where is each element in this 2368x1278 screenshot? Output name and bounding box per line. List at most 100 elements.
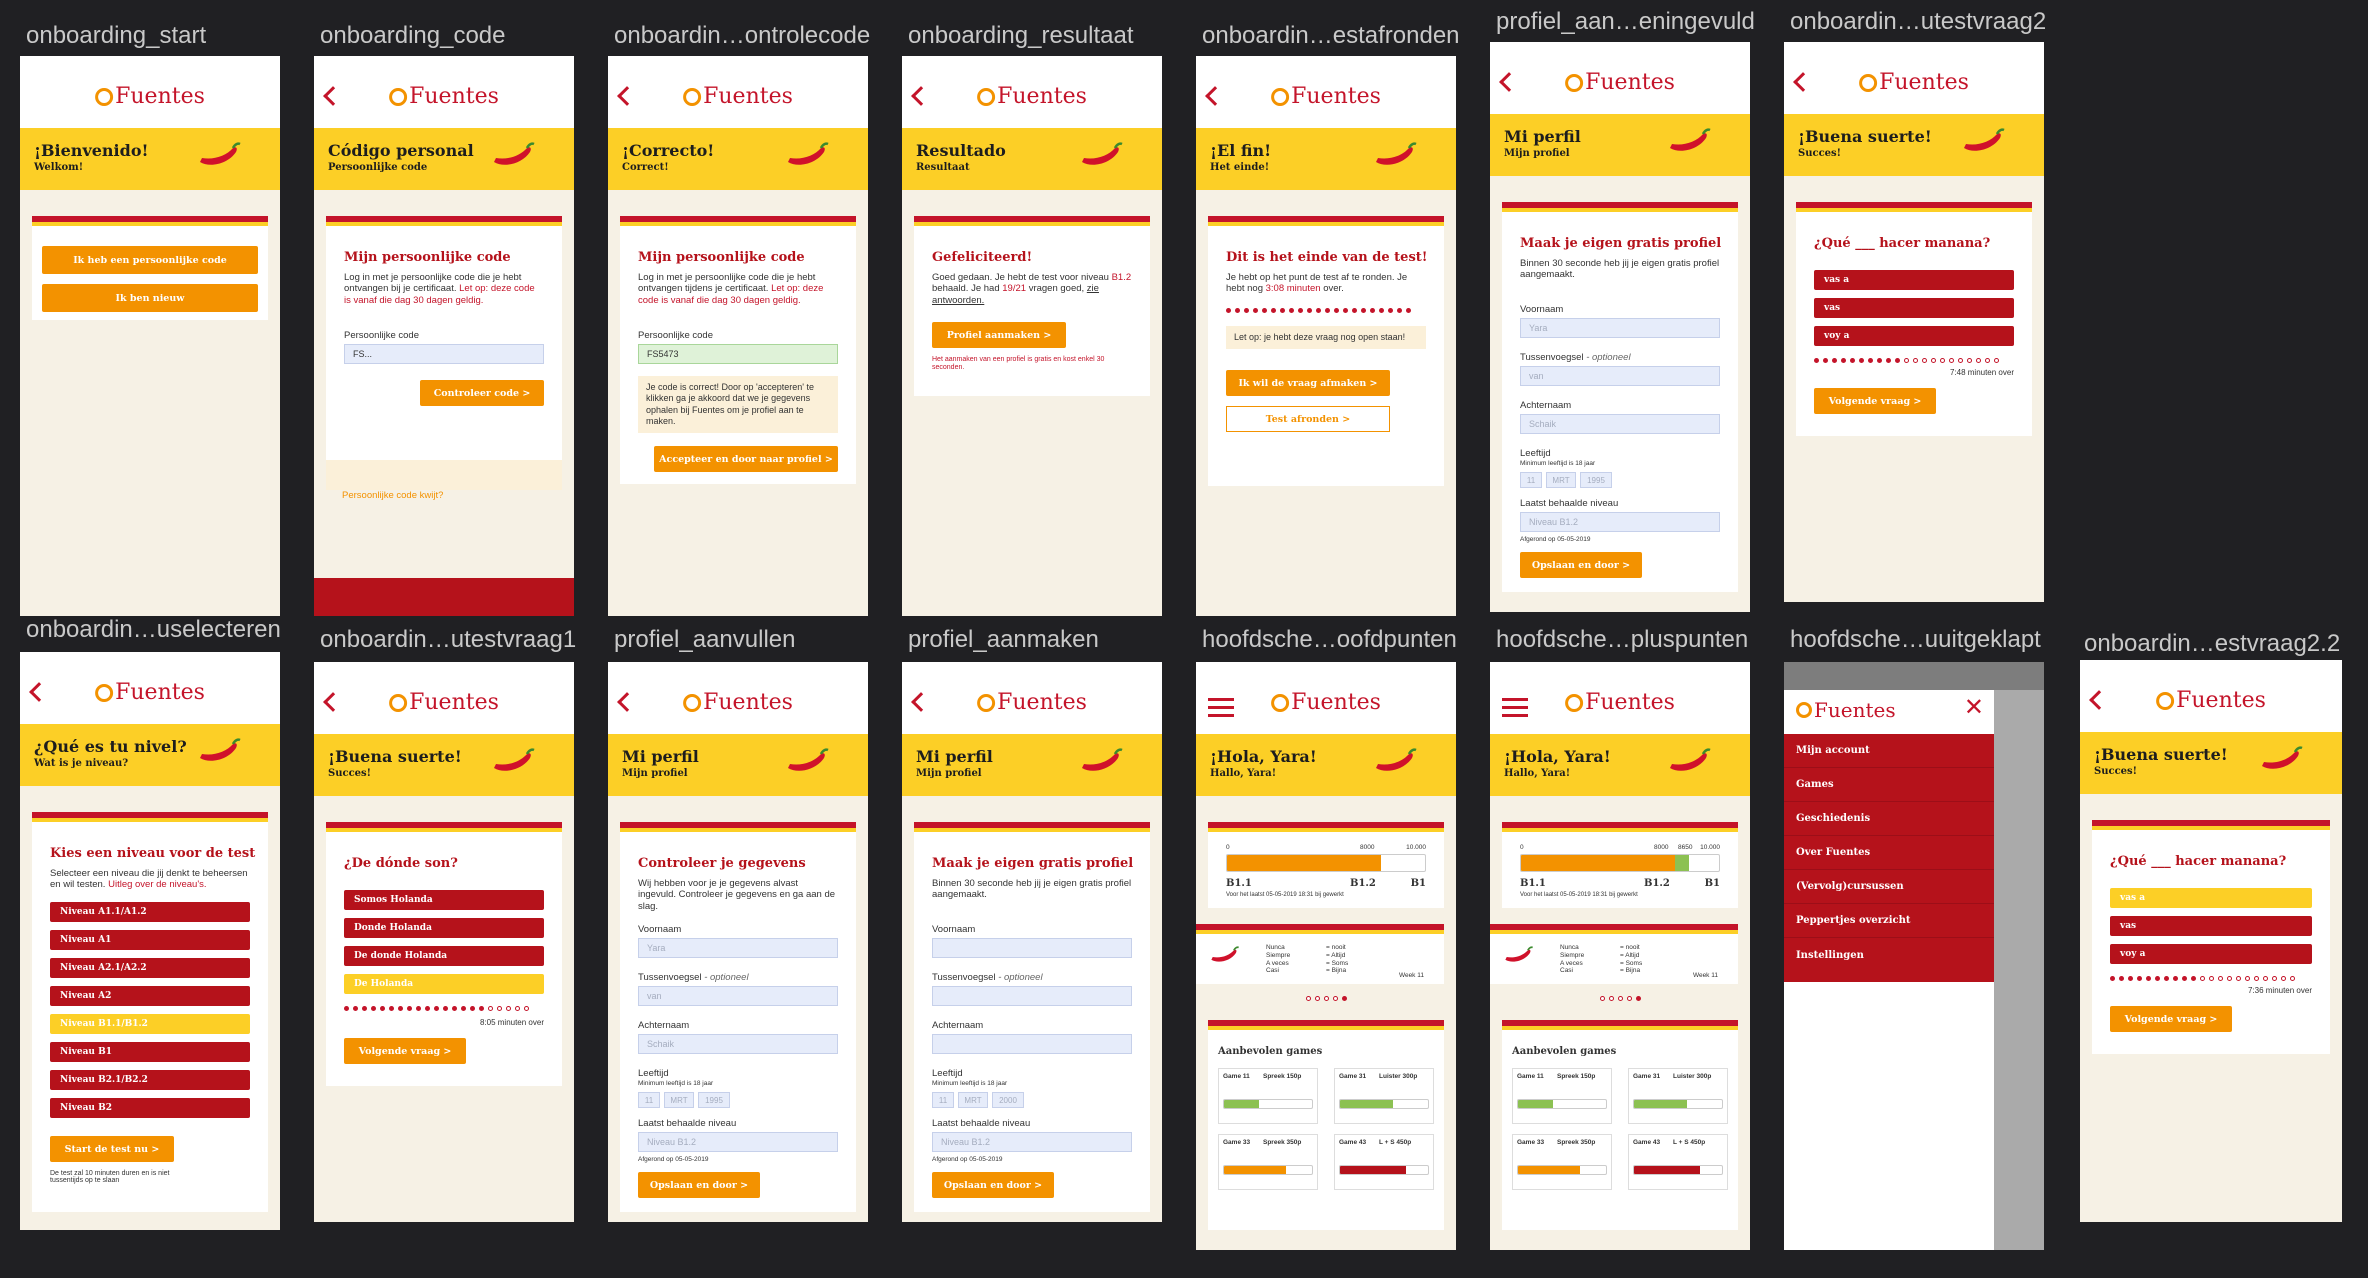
level-option[interactable]: Niveau B2.1/B2.2 [50, 1070, 250, 1090]
back-arrow-icon[interactable] [323, 86, 343, 106]
month-select[interactable]: MRT [958, 1092, 988, 1108]
profile-card: Maak je eigen gratis profiel Binnen 30 s… [914, 822, 1150, 1212]
next-question-button[interactable]: Volgende vraag > [2110, 1006, 2232, 1032]
year-select[interactable]: 1995 [698, 1092, 730, 1108]
dimmed-background[interactable] [1994, 690, 2044, 1250]
question-progress-dots [1226, 308, 1411, 314]
level-input[interactable]: Niveau B1.2 [932, 1132, 1132, 1152]
answer-option[interactable]: De donde Holanda [344, 946, 544, 966]
level-progress-bar [1520, 854, 1720, 872]
plus-fill [1675, 855, 1690, 871]
top-bar: Fuentes [20, 652, 280, 724]
game-tile[interactable]: Game 11 Spreek 150p [1218, 1068, 1318, 1124]
new-user-button[interactable]: Ik ben nieuw [42, 284, 258, 312]
answer-option-selected[interactable]: De Holanda [344, 974, 544, 994]
level-input[interactable]: Niveau B1.2 [638, 1132, 838, 1152]
level-label: B1 [1704, 878, 1720, 889]
menu-item-courses[interactable]: (Vervolg)cursussen [1784, 870, 1994, 904]
have-code-button[interactable]: Ik heb een persoonlijke code [42, 246, 258, 274]
hamburger-menu-icon[interactable] [1208, 698, 1234, 722]
back-arrow-icon[interactable] [1793, 72, 1813, 92]
day-select[interactable]: 11 [1520, 472, 1542, 488]
first-name-input[interactable] [932, 938, 1132, 958]
game-tile[interactable]: Game 43 L + S 450p [1334, 1134, 1434, 1190]
answer-option[interactable]: Somos Holanda [344, 890, 544, 910]
answer-option-selected[interactable]: vas a [2110, 888, 2312, 908]
menu-item-about[interactable]: Over Fuentes [1784, 836, 1994, 870]
menu-item-settings[interactable]: Instellingen [1784, 938, 1994, 972]
level-option[interactable]: Niveau A2 [50, 986, 250, 1006]
back-arrow-icon[interactable] [323, 692, 343, 712]
save-button[interactable]: Opslaan en door > [638, 1172, 760, 1198]
answer-option[interactable]: vas a [1814, 270, 2014, 290]
menu-item-games[interactable]: Games [1784, 768, 1994, 802]
day-select[interactable]: 11 [638, 1092, 660, 1108]
menu-item-history[interactable]: Geschiedenis [1784, 802, 1994, 836]
year-select[interactable]: 1995 [1580, 472, 1612, 488]
level-option[interactable]: Niveau B2 [50, 1098, 250, 1118]
end-test-button[interactable]: Test afronden > [1226, 406, 1390, 432]
level-option-selected[interactable]: Niveau B1.1/B1.2 [50, 1014, 250, 1034]
level-input[interactable]: Niveau B1.2 [1520, 512, 1720, 532]
year-select[interactable]: 2000 [992, 1092, 1024, 1108]
level-info-link[interactable]: Uitleg over de niveau's. [108, 879, 206, 890]
artboard-label: onboardin…ontrolecode [614, 22, 871, 49]
back-arrow-icon[interactable] [1205, 86, 1225, 106]
game-tile[interactable]: Game 33 Spreek 350p [1218, 1134, 1318, 1190]
back-arrow-icon[interactable] [617, 86, 637, 106]
save-button[interactable]: Opslaan en door > [1520, 552, 1642, 578]
artboard-label: onboardin…utestvraag2 [1790, 8, 2047, 35]
first-name-input[interactable]: Yara [638, 938, 838, 958]
answer-option[interactable]: voy a [1814, 326, 2014, 346]
code-input[interactable]: FS5473 [638, 344, 838, 364]
infix-input[interactable]: van [1520, 366, 1720, 386]
finish-question-button[interactable]: Ik wil de vraag afmaken > [1226, 370, 1390, 396]
create-profile-button[interactable]: Profiel aanmaken > [932, 322, 1066, 348]
back-arrow-icon[interactable] [911, 692, 931, 712]
last-name-input[interactable]: Schaik [638, 1034, 838, 1054]
level-option[interactable]: Niveau A1 [50, 930, 250, 950]
game-tile[interactable]: Game 11 Spreek 150p [1512, 1068, 1612, 1124]
field-label: Voornaam [1520, 304, 1564, 315]
menu-header: Fuentes ✕ [1784, 690, 1994, 734]
month-select[interactable]: MRT [1546, 472, 1576, 488]
game-tile[interactable]: Game 43 L + S 450p [1628, 1134, 1728, 1190]
game-tile[interactable]: Game 31 Luister 300p [1628, 1068, 1728, 1124]
back-arrow-icon[interactable] [911, 86, 931, 106]
next-question-button[interactable]: Volgende vraag > [344, 1038, 466, 1064]
last-name-input[interactable] [932, 1034, 1132, 1054]
back-arrow-icon[interactable] [29, 682, 49, 702]
game-tile[interactable]: Game 33 Spreek 350p [1512, 1134, 1612, 1190]
close-icon[interactable]: ✕ [1964, 696, 1984, 720]
next-question-button[interactable]: Volgende vraag > [1814, 388, 1936, 414]
infix-input[interactable] [932, 986, 1132, 1006]
first-name-input[interactable]: Yara [1520, 318, 1720, 338]
hamburger-menu-icon[interactable] [1502, 698, 1528, 722]
forgot-code-link[interactable]: Persoonlijke code kwijt? [342, 490, 443, 501]
code-input[interactable]: FS... [344, 344, 544, 364]
month-select[interactable]: MRT [664, 1092, 694, 1108]
start-test-button[interactable]: Start de test nu > [50, 1136, 174, 1162]
back-arrow-icon[interactable] [1499, 72, 1519, 92]
menu-item-account[interactable]: Mijn account [1784, 734, 1994, 768]
answer-option[interactable]: Donde Holanda [344, 918, 544, 938]
back-arrow-icon[interactable] [2089, 690, 2109, 710]
back-arrow-icon[interactable] [617, 692, 637, 712]
level-option[interactable]: Niveau A1.1/A1.2 [50, 902, 250, 922]
level-option[interactable]: Niveau A2.1/A2.2 [50, 958, 250, 978]
day-select[interactable]: 11 [932, 1092, 954, 1108]
accept-button[interactable]: Accepteer en door naar profiel > [654, 446, 838, 472]
answer-option[interactable]: vas [1814, 298, 2014, 318]
question-text: ¿Qué ___ hacer manana? [2110, 854, 2287, 869]
last-name-input[interactable]: Schaik [1520, 414, 1720, 434]
menu-item-peppers[interactable]: Peppertjes overzicht [1784, 904, 1994, 938]
game-tile[interactable]: Game 31 Luister 300p [1334, 1068, 1434, 1124]
answer-option[interactable]: voy a [2110, 944, 2312, 964]
answer-option[interactable]: vas [2110, 916, 2312, 936]
artboard-hoofdscherm-pluspunten: Fuentes ¡Hola, Yara! Hallo, Yara! 0 8000 … [1490, 662, 1750, 1250]
save-button[interactable]: Opslaan en door > [932, 1172, 1054, 1198]
infix-input[interactable]: van [638, 986, 838, 1006]
level-option[interactable]: Niveau B1 [50, 1042, 250, 1062]
check-code-button[interactable]: Controleer code > [420, 380, 544, 406]
page-subtitle: Het einde! [1210, 162, 1270, 173]
